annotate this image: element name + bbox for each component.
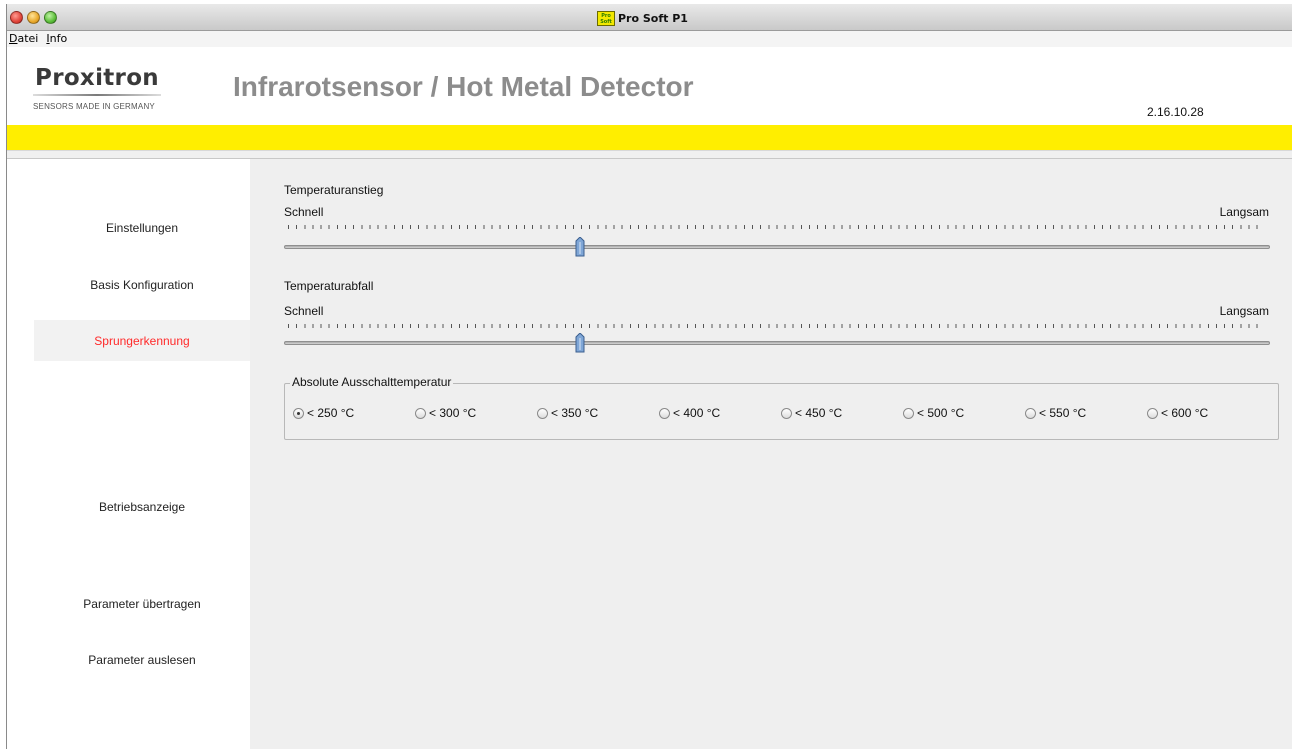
radio-500-circle[interactable] [903, 407, 914, 419]
version-label: 2.16.10.28 [1147, 105, 1204, 119]
app-icon: Pro Soft [597, 10, 615, 26]
radio-300-circle[interactable] [415, 407, 426, 419]
menu-info-rest: nfo [49, 32, 68, 45]
menu-bar: Datei Info [7, 31, 1292, 47]
slider-temperaturanstieg-title: Temperaturanstieg [284, 183, 384, 197]
slider-temperaturabfall-ticks [288, 324, 1258, 328]
radio-550-label: < 550 °C [1039, 406, 1087, 420]
page-title: Infrarotsensor / Hot Metal Detector [233, 71, 694, 102]
radio-250-circle[interactable] [293, 407, 304, 419]
slider-temperaturabfall-thumb[interactable] [575, 333, 585, 353]
yellow-banner [7, 125, 1292, 150]
slider-temperaturanstieg-ticks [288, 225, 1258, 229]
app-icon-text-bottom: Soft [600, 18, 612, 25]
radio-500-label: < 500 °C [917, 406, 965, 420]
radio-350[interactable]: < 350 °C [537, 406, 598, 420]
slider-temperaturanstieg-track[interactable] [284, 245, 1270, 249]
radio-500[interactable]: < 500 °C [903, 406, 964, 420]
absolute-cutoff-group: Absolute Ausschalttemperatur < 250 °C < … [284, 375, 1279, 440]
radio-250-label: < 250 °C [307, 406, 355, 420]
main-panel: Temperaturanstieg Schnell Langsam Temper… [250, 159, 1292, 749]
sidebar: Einstellungen Basis Konfiguration Sprung… [7, 159, 250, 749]
sidebar-item-parameter-auslesen[interactable]: Parameter auslesen [34, 639, 250, 680]
slider-temperaturanstieg-min-label: Schnell [284, 205, 324, 219]
proxitron-logo: Proxitron SENSORS MADE IN GERMANY [33, 65, 183, 121]
radio-300-label: < 300 °C [429, 406, 477, 420]
header-separator [7, 150, 1292, 159]
sidebar-item-betriebsanzeige[interactable]: Betriebsanzeige [34, 486, 250, 527]
sidebar-item-basis-konfiguration[interactable]: Basis Konfiguration [34, 264, 250, 305]
window-title: Pro Soft P1 [618, 11, 688, 25]
zoom-window-icon[interactable] [44, 11, 57, 24]
slider-temperaturabfall-min-label: Schnell [284, 304, 324, 318]
radio-400[interactable]: < 400 °C [659, 406, 720, 420]
sidebar-item-sprungerkennung[interactable]: Sprungerkennung [34, 320, 250, 361]
slider-temperaturabfall-track[interactable] [284, 341, 1270, 345]
radio-450-circle[interactable] [781, 407, 792, 419]
logo-wordmark: Proxitron [35, 65, 159, 91]
menu-info[interactable]: Info [46, 31, 67, 47]
radio-450[interactable]: < 450 °C [781, 406, 842, 420]
menu-datei-rest: atei [17, 32, 39, 45]
window-title-group: Pro Soft Pro Soft P1 [597, 10, 688, 26]
slider-temperaturabfall-title: Temperaturabfall [284, 279, 374, 293]
app-window: Pro Soft Pro Soft P1 Datei Info Proxitro… [6, 4, 1292, 749]
radio-350-circle[interactable] [537, 407, 548, 419]
slider-temperaturanstieg-max-label: Langsam [1219, 205, 1269, 219]
slider-temperaturabfall-max-label: Langsam [1219, 304, 1269, 318]
slider-temperaturanstieg-thumb[interactable] [575, 237, 585, 257]
radio-550[interactable]: < 550 °C [1025, 406, 1086, 420]
radio-600-circle[interactable] [1147, 407, 1158, 419]
title-bar: Pro Soft Pro Soft P1 [7, 4, 1292, 31]
sidebar-item-parameter-uebertragen[interactable]: Parameter übertragen [34, 583, 250, 624]
close-window-icon[interactable] [10, 11, 23, 24]
radio-600[interactable]: < 600 °C [1147, 406, 1208, 420]
radio-400-circle[interactable] [659, 407, 670, 419]
radio-350-label: < 350 °C [551, 406, 599, 420]
radio-250[interactable]: < 250 °C [293, 406, 354, 420]
logo-underline [33, 94, 161, 96]
radio-600-label: < 600 °C [1161, 406, 1209, 420]
header: Proxitron SENSORS MADE IN GERMANY Infrar… [7, 47, 1292, 125]
radio-450-label: < 450 °C [795, 406, 843, 420]
radio-300[interactable]: < 300 °C [415, 406, 476, 420]
menu-datei[interactable]: Datei [9, 31, 38, 47]
radio-400-label: < 400 °C [673, 406, 721, 420]
radio-550-circle[interactable] [1025, 407, 1036, 419]
logo-tagline: SENSORS MADE IN GERMANY [33, 102, 155, 111]
sidebar-item-einstellungen[interactable]: Einstellungen [34, 207, 250, 248]
absolute-cutoff-legend: Absolute Ausschalttemperatur [290, 375, 454, 389]
minimize-window-icon[interactable] [27, 11, 40, 24]
